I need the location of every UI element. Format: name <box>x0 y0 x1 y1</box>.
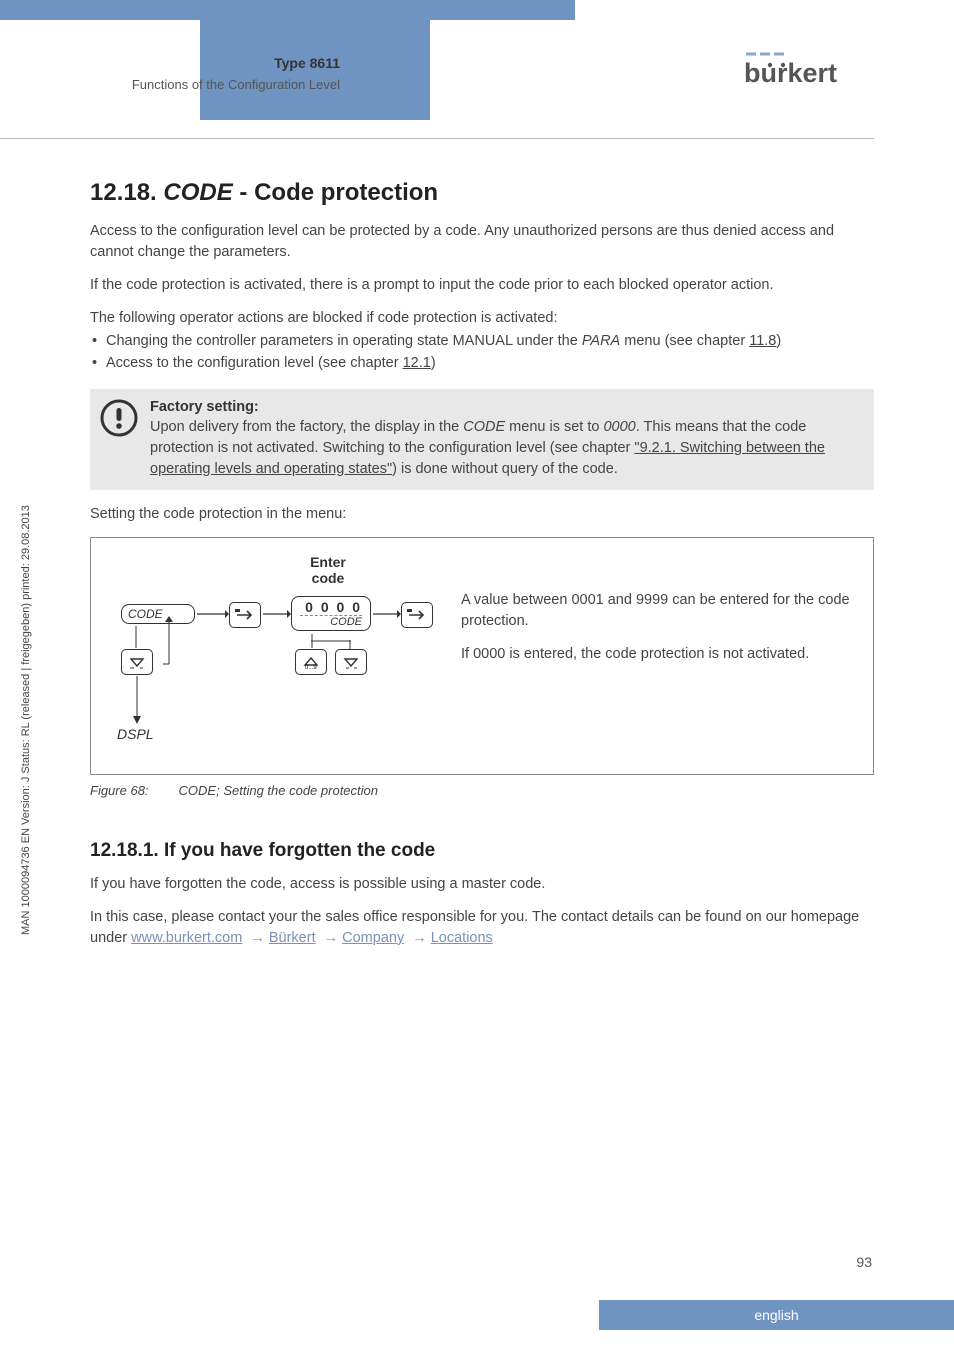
chapter-link-11-8[interactable]: 11.8 <box>749 333 776 349</box>
lcd-code: CODE <box>121 604 195 624</box>
crumb-company[interactable]: Company <box>342 930 404 946</box>
alert-icon <box>100 399 138 437</box>
doc-subtitle: Functions of the Configuration Level <box>0 77 340 92</box>
burkert-logo: burkert <box>744 50 874 100</box>
section-title-code: CODE <box>163 179 232 206</box>
code-menu-diagram: Enter code CODE 0 0 0 0 <box>111 554 431 764</box>
svg-text:burkert: burkert <box>744 58 837 88</box>
page-number: 93 <box>856 1254 872 1270</box>
figure-68: Setting the code protection in the menu:… <box>90 504 874 798</box>
list-item: Changing the controller parameters in op… <box>92 331 874 353</box>
arrow-icon: → <box>408 930 431 946</box>
figure-description: A value between 0001 and 9999 can be ent… <box>461 554 853 677</box>
intro-para-3: The following operator actions are block… <box>90 308 874 329</box>
factory-setting-notice: Factory setting: Upon delivery from the … <box>90 389 874 490</box>
intro-para-2: If the code protection is activated, the… <box>90 275 874 296</box>
down-arrow-button-icon <box>121 649 153 675</box>
figure-lead: Setting the code protection in the menu: <box>90 504 874 525</box>
enter-button-icon <box>401 602 433 628</box>
up-arrow-button-icon: 0...9 <box>295 649 327 675</box>
side-metadata: MAN 1000094736 EN Version: J Status: RL … <box>20 505 32 935</box>
figure-caption: Figure 68:CODE; Setting the code protect… <box>90 783 874 798</box>
dspl-label: DSPL <box>117 726 154 742</box>
forgotten-p2: In this case, please contact your the sa… <box>90 907 874 949</box>
forgotten-p1: If you have forgotten the code, access i… <box>90 874 874 895</box>
arrow-icon: → <box>320 930 343 946</box>
enter-button-icon <box>229 602 261 628</box>
section-title-rest: - Code protection <box>233 179 438 206</box>
section-number: 12.18. <box>90 179 157 206</box>
intro-para-1: Access to the configuration level can be… <box>90 221 874 263</box>
down-arrow-button-icon <box>335 649 367 675</box>
notice-heading: Factory setting: <box>150 399 860 415</box>
crumb-burkert[interactable]: Bürkert <box>269 930 316 946</box>
lcd-value: 0 0 0 0 CODE <box>291 596 371 631</box>
list-item: Access to the configuration level (see c… <box>92 353 874 375</box>
doc-type: Type 8611 <box>0 55 340 71</box>
arrow-icon: → <box>246 930 269 946</box>
header-titles: Type 8611 Functions of the Configuration… <box>0 55 340 92</box>
header: Type 8611 Functions of the Configuration… <box>0 0 954 120</box>
section-heading: 12.18. CODE - Code protection <box>90 179 874 207</box>
enter-label: Enter <box>293 554 363 570</box>
chapter-link-12-1[interactable]: 12.1 <box>403 355 431 371</box>
notice-text: Upon delivery from the factory, the disp… <box>150 417 860 480</box>
svg-text:0...9: 0...9 <box>305 665 317 669</box>
code-label: code <box>293 570 363 586</box>
subsection-heading: 12.18.1. If you have forgotten the code <box>90 840 874 862</box>
blocked-actions-list: Changing the controller parameters in op… <box>92 331 874 375</box>
crumb-locations[interactable]: Locations <box>431 930 493 946</box>
language-strip: english <box>599 1300 954 1330</box>
homepage-link[interactable]: www.burkert.com <box>131 930 242 946</box>
